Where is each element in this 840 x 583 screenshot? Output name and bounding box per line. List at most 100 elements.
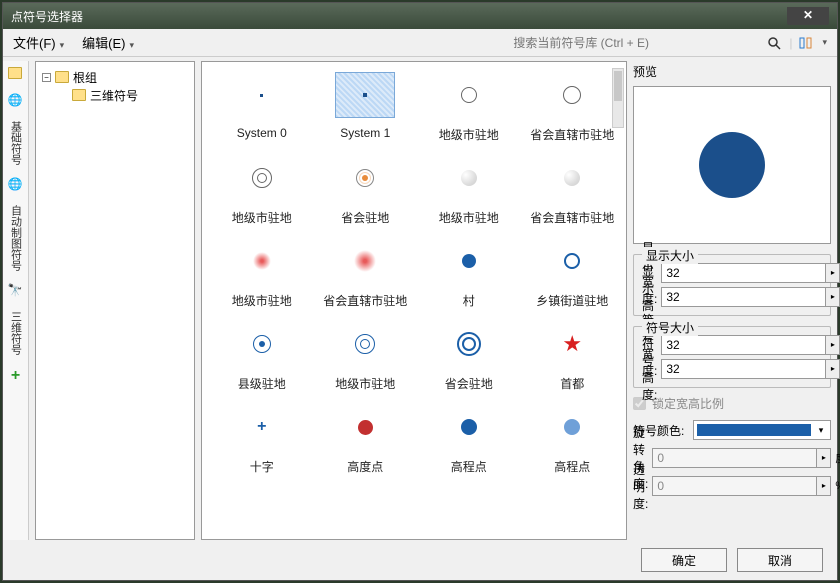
symbol-cell[interactable]: + 十字	[212, 404, 312, 475]
symbol-label: 高度点	[347, 458, 383, 475]
strip-tab-basic[interactable]: 基础符号	[8, 119, 24, 167]
symbol-label: 十字	[250, 458, 274, 475]
dropdown-arrow-icon[interactable]: ▾	[822, 37, 827, 48]
menu-file[interactable]: 文件(F)	[13, 33, 64, 52]
symbol-preview	[542, 404, 602, 450]
display-size-group: 显示大小 显示宽度: ▸ mm 显示高度: ▸ mm	[633, 254, 831, 316]
symbol-cell[interactable]: 地级市驻地	[212, 238, 312, 309]
symbol-label: 地级市驻地	[232, 292, 292, 309]
symbol-preview	[335, 155, 395, 201]
symbol-preview	[439, 321, 499, 367]
symbol-preview	[542, 72, 602, 118]
add-icon[interactable]: +	[11, 367, 20, 385]
symbol-label: 省会直辖市驻地	[530, 126, 614, 143]
spinner-button[interactable]: ▸	[826, 263, 840, 283]
symbol-cell[interactable]: 省会驻地	[419, 321, 519, 392]
tree-child[interactable]: 三维符号	[42, 86, 188, 104]
symbol-preview	[439, 155, 499, 201]
search-input[interactable]	[509, 33, 759, 53]
symbol-cell[interactable]: System 1	[316, 72, 416, 143]
symbol-label: 乡镇街道驻地	[536, 292, 608, 309]
symbol-preview	[439, 72, 499, 118]
rotation-input	[652, 448, 817, 468]
symbol-width-input[interactable]	[661, 335, 826, 355]
symbol-cell[interactable]: 省会直辖市驻地	[316, 238, 416, 309]
symbol-grid-panel: System 0System 1地级市驻地省会直辖市驻地地级市驻地省会驻地地级市…	[201, 61, 627, 540]
color-picker[interactable]: ▾	[693, 420, 831, 440]
globe-icon: 🌐	[8, 177, 24, 193]
symbol-preview	[542, 238, 602, 284]
symbol-cell[interactable]: 省会直辖市驻地	[523, 155, 623, 226]
symbol-preview	[232, 321, 292, 367]
symbol-label: 高程点	[554, 458, 590, 475]
category-strip: 🌐 基础符号 🌐 自动制图符号 🔭 三维符号 +	[3, 61, 29, 540]
layout-toggle-icon[interactable]	[798, 34, 816, 52]
menu-edit[interactable]: 编辑(E)	[82, 33, 134, 52]
scrollbar[interactable]	[612, 68, 624, 128]
symbol-label: System 1	[340, 126, 390, 140]
cancel-button[interactable]: 取消	[737, 548, 823, 572]
spinner-button[interactable]: ▸	[826, 287, 840, 307]
display-width-input[interactable]	[661, 263, 826, 283]
symbol-label: 地级市驻地	[439, 209, 499, 226]
close-button[interactable]: ✕	[787, 7, 829, 25]
symbol-label: System 0	[237, 126, 287, 140]
collapse-icon[interactable]: −	[42, 73, 51, 82]
symbol-cell[interactable]: 地级市驻地	[419, 155, 519, 226]
folder-icon[interactable]	[8, 67, 24, 83]
symbol-preview	[335, 238, 395, 284]
symbol-cell[interactable]: 地级市驻地	[316, 321, 416, 392]
symbol-preview	[335, 404, 395, 450]
lock-aspect-row: 锁定宽高比例	[633, 392, 831, 414]
globe-icon: 🌐	[8, 93, 24, 109]
footer: 确定 取消	[3, 540, 837, 580]
symbol-preview	[439, 238, 499, 284]
symbol-cell[interactable]: System 0	[212, 72, 312, 143]
symbol-cell[interactable]: 高程点	[419, 404, 519, 475]
symbol-label: 高程点	[451, 458, 487, 475]
symbol-cell[interactable]: 省会直辖市驻地	[523, 72, 623, 143]
display-height-input[interactable]	[661, 287, 826, 307]
symbol-label: 地级市驻地	[232, 209, 292, 226]
symbol-preview: ★	[542, 321, 602, 367]
symbol-height-input[interactable]	[661, 359, 826, 379]
symbol-label: 首都	[560, 375, 584, 392]
search-icon[interactable]	[765, 34, 783, 52]
transparency-input	[652, 476, 817, 496]
spinner-button[interactable]: ▸	[826, 359, 840, 379]
symbol-preview	[232, 72, 292, 118]
symbol-label: 村	[463, 292, 475, 309]
symbol-size-group: 符号大小 符号宽度: ▸ mm 符号高度: ▸ mm	[633, 326, 831, 388]
binoculars-icon: 🔭	[8, 283, 24, 299]
symbol-cell[interactable]: ★ 首都	[523, 321, 623, 392]
symbol-preview: +	[232, 404, 292, 450]
symbol-label: 地级市驻地	[439, 126, 499, 143]
symbol-label: 县级驻地	[238, 375, 286, 392]
symbol-label: 省会直辖市驻地	[530, 209, 614, 226]
symbol-cell[interactable]: 高程点	[523, 404, 623, 475]
symbol-preview	[439, 404, 499, 450]
dropdown-arrow-icon: ▾	[815, 425, 827, 436]
symbol-cell[interactable]: 村	[419, 238, 519, 309]
window-title: 点符号选择器	[11, 8, 787, 25]
spinner-button: ▸	[817, 476, 831, 496]
tree-root[interactable]: − 根组	[42, 68, 188, 86]
symbol-cell[interactable]: 乡镇街道驻地	[523, 238, 623, 309]
ok-button[interactable]: 确定	[641, 548, 727, 572]
symbol-cell[interactable]: 县级驻地	[212, 321, 312, 392]
preview-label: 预览	[633, 61, 831, 82]
tree-panel: − 根组 三维符号	[35, 61, 195, 540]
color-preview	[697, 424, 811, 436]
strip-tab-autocarto[interactable]: 自动制图符号	[8, 203, 24, 273]
symbol-preview	[542, 155, 602, 201]
preview-box	[633, 86, 831, 244]
symbol-label: 地级市驻地	[335, 375, 395, 392]
strip-tab-3d[interactable]: 三维符号	[8, 309, 24, 357]
spinner-button[interactable]: ▸	[826, 335, 840, 355]
symbol-cell[interactable]: 地级市驻地	[419, 72, 519, 143]
symbol-preview	[335, 321, 395, 367]
symbol-cell[interactable]: 省会驻地	[316, 155, 416, 226]
preview-symbol	[699, 132, 765, 198]
symbol-cell[interactable]: 地级市驻地	[212, 155, 312, 226]
symbol-cell[interactable]: 高度点	[316, 404, 416, 475]
